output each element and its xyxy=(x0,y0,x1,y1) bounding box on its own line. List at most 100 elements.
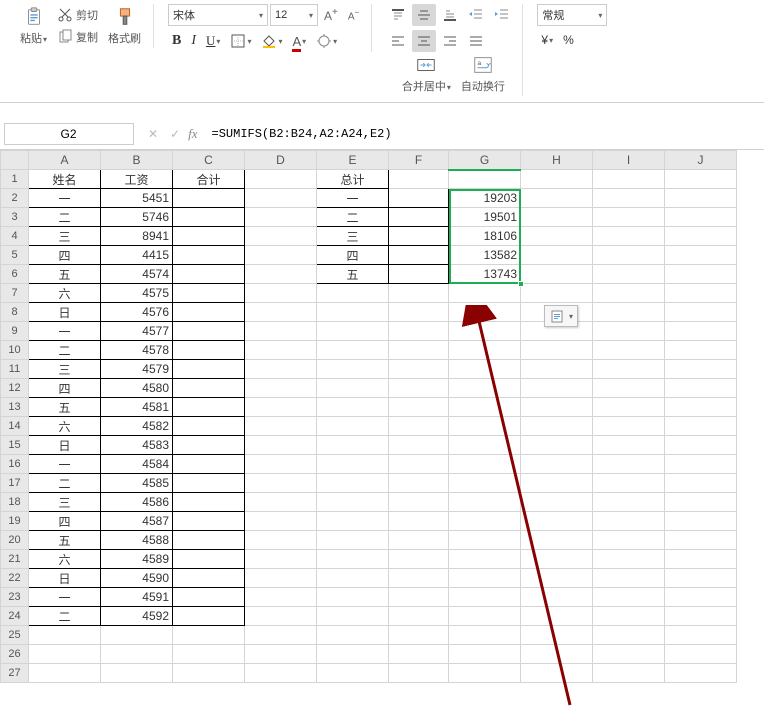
cell[interactable]: 一 xyxy=(29,189,101,208)
cell[interactable] xyxy=(317,531,389,550)
cell[interactable]: 五 xyxy=(29,265,101,284)
cell[interactable] xyxy=(593,588,665,607)
cell[interactable] xyxy=(593,436,665,455)
column-header-B[interactable]: B xyxy=(101,151,173,170)
cell[interactable]: 一 xyxy=(29,322,101,341)
cell[interactable]: 19203 xyxy=(449,189,521,208)
cell[interactable]: 一 xyxy=(317,189,389,208)
cell[interactable]: 13582 xyxy=(449,246,521,265)
cell[interactable]: 一 xyxy=(29,588,101,607)
cell[interactable]: 4578 xyxy=(101,341,173,360)
cell[interactable]: 5451 xyxy=(101,189,173,208)
cell[interactable] xyxy=(449,398,521,417)
cell[interactable] xyxy=(173,265,245,284)
cell[interactable] xyxy=(29,626,101,645)
spreadsheet-grid[interactable]: ABCDEFGHIJ 1姓名工资合计总计2一5451一192033二5746二1… xyxy=(0,150,764,710)
cell[interactable]: 4589 xyxy=(101,550,173,569)
cell[interactable] xyxy=(389,284,449,303)
cell[interactable]: 4574 xyxy=(101,265,173,284)
cell[interactable]: 4583 xyxy=(101,436,173,455)
cell[interactable] xyxy=(173,227,245,246)
cell[interactable] xyxy=(665,531,737,550)
cell[interactable] xyxy=(317,569,389,588)
fill-handle[interactable] xyxy=(518,281,524,287)
cell[interactable] xyxy=(449,645,521,664)
cell[interactable] xyxy=(245,417,317,436)
column-header-F[interactable]: F xyxy=(389,151,449,170)
row-header[interactable]: 15 xyxy=(1,436,29,455)
cell[interactable]: 总计 xyxy=(317,170,389,189)
decrease-indent-button[interactable] xyxy=(464,4,488,26)
cell[interactable] xyxy=(521,208,593,227)
cell[interactable] xyxy=(449,322,521,341)
cell[interactable]: 4592 xyxy=(101,607,173,626)
cell[interactable] xyxy=(389,474,449,493)
cell[interactable] xyxy=(593,569,665,588)
cell[interactable]: 4581 xyxy=(101,398,173,417)
column-header-E[interactable]: E xyxy=(317,151,389,170)
cell[interactable]: 4576 xyxy=(101,303,173,322)
cell[interactable] xyxy=(593,550,665,569)
cell[interactable] xyxy=(173,436,245,455)
cell[interactable]: 工资 xyxy=(101,170,173,189)
select-all-corner[interactable] xyxy=(1,151,29,170)
cell[interactable] xyxy=(593,284,665,303)
cell[interactable]: 4585 xyxy=(101,474,173,493)
cell[interactable] xyxy=(665,474,737,493)
cell[interactable] xyxy=(665,284,737,303)
cell[interactable]: 五 xyxy=(29,398,101,417)
align-right-button[interactable] xyxy=(438,30,462,52)
row-header[interactable]: 12 xyxy=(1,379,29,398)
fill-color-button[interactable]: ▾ xyxy=(257,30,286,52)
cell[interactable]: 四 xyxy=(29,512,101,531)
cell[interactable] xyxy=(665,417,737,436)
cell[interactable]: 4580 xyxy=(101,379,173,398)
cell[interactable]: 4577 xyxy=(101,322,173,341)
cell[interactable] xyxy=(593,626,665,645)
cell[interactable] xyxy=(29,664,101,683)
row-header[interactable]: 27 xyxy=(1,664,29,683)
cell[interactable] xyxy=(521,341,593,360)
cell[interactable] xyxy=(665,303,737,322)
cell[interactable] xyxy=(521,474,593,493)
cell[interactable]: 4579 xyxy=(101,360,173,379)
cell[interactable] xyxy=(665,360,737,379)
cell[interactable] xyxy=(665,170,737,189)
row-header[interactable]: 21 xyxy=(1,550,29,569)
merge-center-button[interactable]: 合并居中▾ xyxy=(398,52,455,96)
cell[interactable] xyxy=(521,531,593,550)
cell[interactable] xyxy=(317,493,389,512)
cell[interactable] xyxy=(521,417,593,436)
cell[interactable] xyxy=(665,436,737,455)
cell[interactable] xyxy=(389,436,449,455)
cell[interactable] xyxy=(521,493,593,512)
cell[interactable] xyxy=(389,455,449,474)
cell[interactable] xyxy=(245,398,317,417)
cell[interactable] xyxy=(317,550,389,569)
cell[interactable] xyxy=(593,189,665,208)
cell[interactable] xyxy=(665,341,737,360)
cell[interactable] xyxy=(521,284,593,303)
cell[interactable] xyxy=(449,512,521,531)
cell[interactable] xyxy=(317,379,389,398)
cell[interactable] xyxy=(245,265,317,284)
cell[interactable] xyxy=(317,360,389,379)
paste-button[interactable]: 粘贴▾ xyxy=(16,4,51,48)
cell[interactable]: 日 xyxy=(29,436,101,455)
increase-font-button[interactable]: A+ xyxy=(320,4,342,26)
cell[interactable] xyxy=(173,284,245,303)
row-header[interactable]: 8 xyxy=(1,303,29,322)
cell[interactable] xyxy=(317,455,389,474)
cell[interactable] xyxy=(173,303,245,322)
cell[interactable] xyxy=(521,569,593,588)
cell[interactable]: 4582 xyxy=(101,417,173,436)
cell[interactable] xyxy=(665,265,737,284)
name-box-input[interactable] xyxy=(9,127,128,141)
column-header-H[interactable]: H xyxy=(521,151,593,170)
row-header[interactable]: 3 xyxy=(1,208,29,227)
cell[interactable] xyxy=(389,246,449,265)
cell[interactable] xyxy=(245,227,317,246)
cell[interactable] xyxy=(449,626,521,645)
cell[interactable] xyxy=(389,550,449,569)
cell[interactable] xyxy=(593,360,665,379)
